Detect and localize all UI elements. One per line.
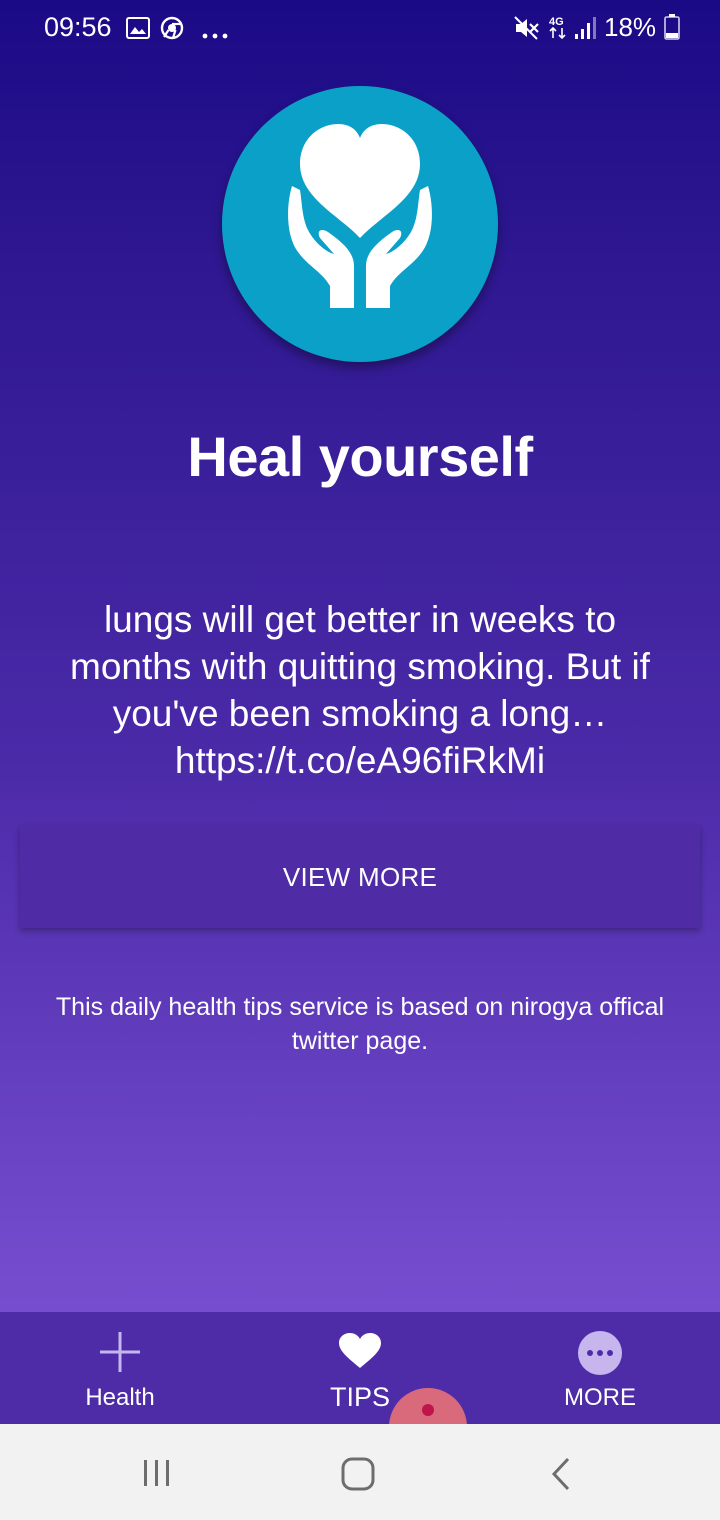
signal-icon xyxy=(574,14,598,45)
heart-hands-icon xyxy=(288,124,432,308)
battery-icon xyxy=(664,14,680,45)
back-icon[interactable] xyxy=(548,1456,574,1497)
nav-label-health: Health xyxy=(85,1384,155,1411)
system-nav-bar xyxy=(0,1424,720,1520)
more-circle-icon xyxy=(577,1330,623,1381)
page-title: Heal yourself xyxy=(187,425,533,488)
nav-item-health[interactable]: Health xyxy=(0,1312,240,1424)
mute-icon xyxy=(514,16,540,45)
svg-text:4G: 4G xyxy=(549,16,564,28)
view-more-button[interactable]: VIEW MORE xyxy=(20,826,700,928)
more-dots-icon xyxy=(202,26,228,44)
status-time: 09:56 xyxy=(44,12,112,42)
fab-dot xyxy=(422,1404,434,1416)
heart-icon xyxy=(338,1332,382,1375)
bottom-nav: Health TIPS MORE xyxy=(0,1312,720,1424)
image-icon xyxy=(126,17,150,44)
chrome-icon xyxy=(160,16,184,45)
nav-item-more[interactable]: MORE xyxy=(480,1312,720,1424)
status-bar: 09:56 4G 18% xyxy=(0,0,720,56)
app-logo xyxy=(222,86,498,362)
battery-percent: 18% xyxy=(604,12,657,42)
footer-note: This daily health tips service is based … xyxy=(55,993,665,1055)
network-4g-icon: 4G xyxy=(548,14,568,45)
home-icon[interactable] xyxy=(340,1456,376,1497)
tip-text: lungs will get better in weeks to months… xyxy=(70,599,650,781)
plus-icon xyxy=(98,1330,142,1379)
recent-apps-icon[interactable] xyxy=(140,1458,174,1493)
nav-label-more: MORE xyxy=(564,1384,636,1411)
view-more-label: VIEW MORE xyxy=(282,861,438,892)
